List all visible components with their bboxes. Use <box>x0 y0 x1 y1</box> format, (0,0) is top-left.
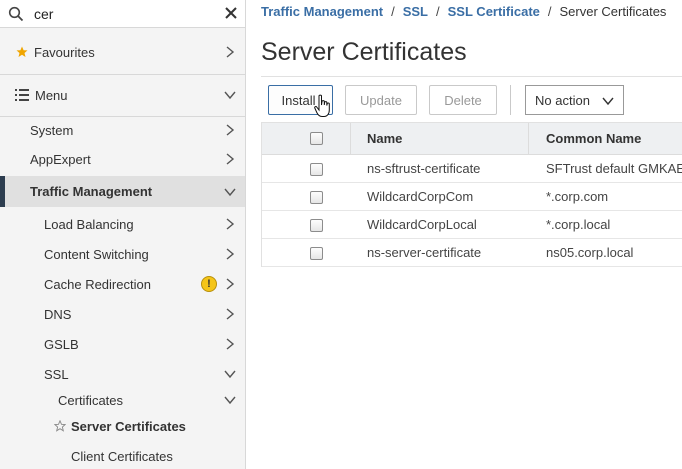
cell-name: WildcardCorpCom <box>367 189 474 204</box>
chevron-down-icon <box>224 396 236 405</box>
install-button-label: Install <box>281 92 316 108</box>
column-header-name[interactable]: Name <box>367 131 402 146</box>
breadcrumb-link-ssl-certificate[interactable]: SSL Certificate <box>448 4 540 19</box>
star-outline-icon[interactable] <box>54 420 66 432</box>
delete-button-label: Delete <box>444 92 482 108</box>
search-input[interactable] <box>34 4 214 24</box>
sidebar-item-load-balancing[interactable]: Load Balancing <box>0 210 245 238</box>
table-row[interactable]: WildcardCorpLocal *.corp.local <box>262 211 682 239</box>
sidebar-item-label: Load Balancing <box>44 216 134 232</box>
cell-name: ns-server-certificate <box>367 245 482 260</box>
sidebar: Favourites Menu System AppExpert Traffic… <box>0 0 246 469</box>
update-button[interactable]: Update <box>345 85 417 115</box>
row-checkbox[interactable] <box>310 219 323 232</box>
certificates-table: Name Common Name ns-sftrust-certificate … <box>261 122 682 267</box>
cell-common-name: *.corp.local <box>546 217 611 232</box>
chevron-right-icon <box>226 248 235 260</box>
table-header: Name Common Name <box>262 123 682 155</box>
sidebar-item-label: Traffic Management <box>30 184 153 199</box>
chevron-right-icon <box>226 308 235 320</box>
sidebar-item-label: System <box>30 122 74 138</box>
sidebar-item-gslb[interactable]: GSLB <box>0 330 245 358</box>
sidebar-item-cache-redirection[interactable]: Cache Redirection ! <box>0 270 245 298</box>
chevron-down-icon <box>224 188 236 196</box>
chevron-down-icon <box>224 91 236 100</box>
divider <box>261 76 682 77</box>
chevron-right-icon <box>226 46 235 58</box>
cell-name: WildcardCorpLocal <box>367 217 477 232</box>
sidebar-item-menu[interactable]: Menu <box>0 81 245 109</box>
select-all-checkbox[interactable] <box>310 132 323 145</box>
warning-icon: ! <box>201 276 217 292</box>
cell-common-name: ns05.corp.local <box>546 245 634 260</box>
sidebar-item-label: Client Certificates <box>71 448 173 464</box>
star-icon <box>16 46 28 57</box>
hand-cursor-icon <box>314 94 330 117</box>
delete-button[interactable]: Delete <box>429 85 497 115</box>
cell-name: ns-sftrust-certificate <box>367 161 481 176</box>
row-checkbox[interactable] <box>310 191 323 204</box>
sidebar-item-label: Content Switching <box>44 246 149 262</box>
row-checkbox[interactable] <box>310 163 323 176</box>
sidebar-item-favourites[interactable]: Favourites <box>0 38 245 66</box>
chevron-right-icon <box>226 338 235 350</box>
sidebar-item-dns[interactable]: DNS <box>0 300 245 328</box>
breadcrumb-current: Server Certificates <box>559 4 667 19</box>
sidebar-item-label: SSL <box>44 366 69 382</box>
sidebar-item-ssl[interactable]: SSL <box>0 360 245 388</box>
breadcrumb-link-ssl[interactable]: SSL <box>403 4 428 19</box>
cell-common-name: SFTrust default GMKAEO <box>546 161 682 176</box>
sidebar-item-label: AppExpert <box>30 151 91 167</box>
sidebar-item-label: Server Certificates <box>71 418 186 434</box>
breadcrumb-link-traffic-management[interactable]: Traffic Management <box>261 4 383 19</box>
chevron-right-icon <box>226 153 235 165</box>
chevron-down-icon <box>602 97 614 106</box>
breadcrumb: Traffic Management / SSL / SSL Certificate / S… <box>261 4 666 19</box>
chevron-right-icon <box>226 124 235 136</box>
column-header-common-name[interactable]: Common Name <box>546 131 641 146</box>
sidebar-item-label: Favourites <box>34 44 95 60</box>
sidebar-item-appexpert[interactable]: AppExpert <box>0 145 245 173</box>
divider <box>510 85 511 115</box>
update-button-label: Update <box>360 92 402 108</box>
sidebar-item-label: DNS <box>44 306 72 322</box>
sidebar-item-traffic-management[interactable]: Traffic Management <box>0 176 245 207</box>
table-row[interactable]: WildcardCorpCom *.corp.com <box>262 183 682 211</box>
sidebar-item-label: Cache Redirection <box>44 276 151 292</box>
cell-common-name: *.corp.com <box>546 189 609 204</box>
table-row[interactable]: ns-sftrust-certificate SFTrust default G… <box>262 155 682 183</box>
sidebar-item-label: Certificates <box>58 392 124 408</box>
chevron-right-icon <box>226 278 235 290</box>
row-checkbox[interactable] <box>310 247 323 260</box>
sidebar-item-label: Menu <box>35 87 68 103</box>
chevron-right-icon <box>226 218 235 230</box>
close-icon[interactable] <box>223 5 239 21</box>
sidebar-item-label: GSLB <box>44 336 79 352</box>
page-title: Server Certificates <box>261 38 467 66</box>
chevron-down-icon <box>224 370 236 379</box>
breadcrumb-separator: / <box>436 4 440 19</box>
menu-icon <box>15 89 29 101</box>
table-row[interactable]: ns-server-certificate ns05.corp.local <box>262 239 682 267</box>
sidebar-item-client-certificates[interactable]: Client Certificates <box>0 442 245 469</box>
action-select-value: No action <box>535 92 590 108</box>
sidebar-item-certificates[interactable]: Certificates <box>0 386 245 414</box>
search-bar <box>0 0 245 28</box>
search-icon <box>8 6 24 22</box>
sidebar-item-server-certificates[interactable]: Server Certificates <box>0 412 245 440</box>
sidebar-item-content-switching[interactable]: Content Switching <box>0 240 245 268</box>
main-content: Traffic Management / SSL / SSL Certificate / S… <box>247 0 682 469</box>
action-select[interactable]: No action <box>525 85 624 115</box>
breadcrumb-separator: / <box>391 4 395 19</box>
breadcrumb-separator: / <box>547 4 552 19</box>
sidebar-item-system[interactable]: System <box>0 116 245 144</box>
